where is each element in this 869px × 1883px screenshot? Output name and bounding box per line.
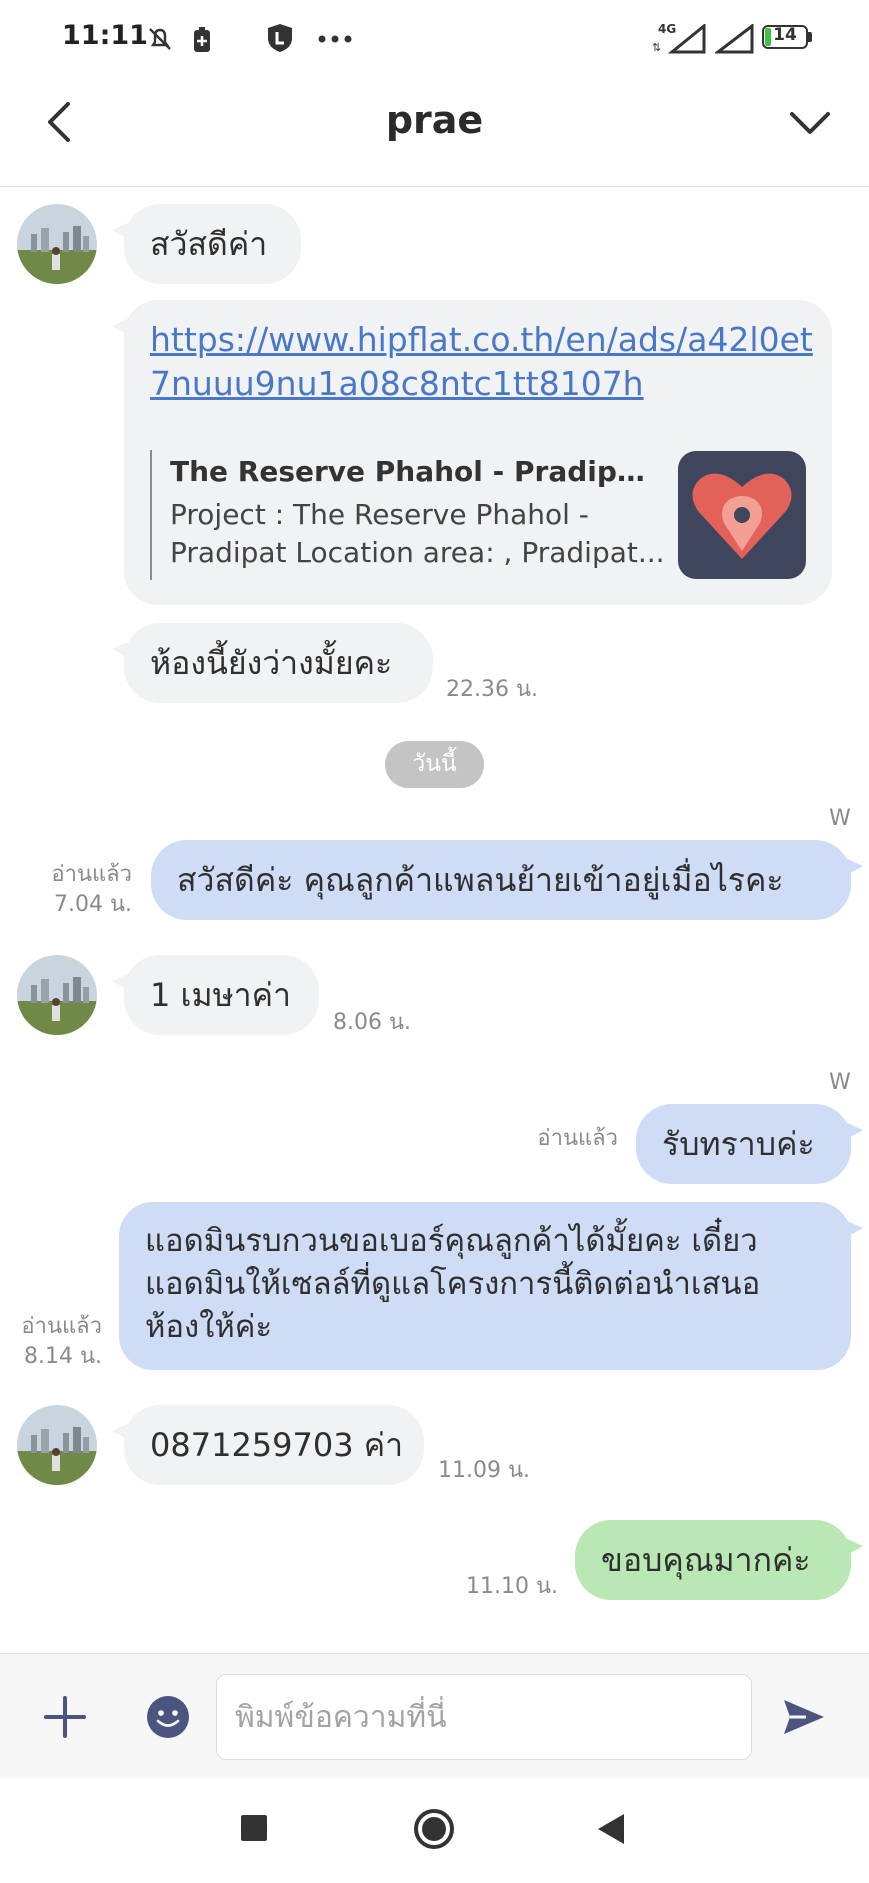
battery-saver-icon	[194, 27, 210, 52]
link-line-1[interactable]: https://www.hipflat.co.th/en/ads/a42l0et	[150, 318, 813, 362]
message-bubble-incoming[interactable]: สวัสดีค่า	[112, 204, 301, 284]
battery-tip	[808, 32, 812, 42]
link-preview-thumbnail	[678, 451, 806, 579]
plus-icon[interactable]	[42, 1694, 88, 1740]
message-line: แอดมินให้เซลล์ที่ดูแลโครงการนี้ติดต่อนำเ…	[145, 1266, 761, 1302]
avatar[interactable]	[17, 1405, 97, 1485]
emoji-icon[interactable]	[145, 1694, 191, 1740]
link-preview-description: Project : The Reserve Phahol - Pradipat …	[170, 496, 665, 572]
message-composer: พิมพ์ข้อความที่นี่	[0, 1653, 869, 1779]
signal-icon	[715, 24, 754, 54]
date-divider: วันนี้	[385, 741, 484, 788]
message-text: ขอบคุณมากค่ะ	[601, 1541, 811, 1579]
chevron-down-icon[interactable]	[788, 108, 832, 138]
message-text: สวัสดีค่ะ คุณลูกค้าแพลนย้ายเข้าอยู่เมื่อ…	[177, 861, 784, 899]
message-time: 11.10 น.	[466, 1574, 559, 1599]
message-time: 8.14 น.	[23, 1344, 102, 1369]
avatar-photo	[17, 204, 97, 284]
signal-4g-icon: ⇅	[652, 24, 706, 54]
back-button[interactable]	[594, 1811, 628, 1847]
more-notifications-icon	[318, 35, 352, 43]
recent-apps-button[interactable]	[241, 1815, 267, 1841]
message-bubble-outgoing[interactable]: รับทราบค่ะ	[636, 1104, 863, 1184]
message-text: 0871259703 ค่า	[150, 1426, 404, 1464]
read-receipt: อ่านแล้ว 8.14 น.	[8, 1312, 102, 1372]
message-text: ห้องนี้ยังว่างมั้ยคะ	[150, 644, 393, 682]
link-line-2[interactable]: 7nuuu9nu1a08c8ntc1tt8107h	[150, 362, 810, 406]
battery-level: 14	[773, 25, 797, 45]
hipflat-logo-icon	[692, 473, 792, 559]
message-text: รับทราบค่ะ	[662, 1125, 815, 1163]
sender-tag: W	[829, 1070, 851, 1095]
read-label: อ่านแล้ว	[21, 1314, 102, 1339]
message-bubble-outgoing[interactable]: ขอบคุณมากค่ะ	[575, 1520, 863, 1600]
preview-divider	[150, 450, 152, 580]
message-text: แอดมินรบกวนขอเบอร์คุณลูกค้าได้มั้ยคะ เดี…	[145, 1220, 760, 1349]
message-line: ห้องให้ค่ะ	[145, 1309, 273, 1345]
send-icon[interactable]	[780, 1694, 828, 1740]
message-time: 11.09 น.	[438, 1458, 531, 1483]
message-bubble-incoming[interactable]: 1 เมษาค่า	[112, 955, 319, 1035]
status-time: 11:11	[62, 20, 148, 51]
message-link[interactable]: https://www.hipflat.co.th/en/ads/a42l0et…	[150, 318, 813, 406]
preview-desc-line-2: Pradipat Location area: , Pradipat...	[170, 536, 665, 569]
svg-text:⇅: ⇅	[652, 41, 661, 54]
message-line: แอดมินรบกวนขอเบอร์คุณลูกค้าได้มั้ยคะ เดี…	[145, 1223, 758, 1259]
chat-title: prae	[385, 98, 484, 142]
sender-tag: W	[829, 806, 851, 831]
bell-muted-icon	[149, 28, 171, 50]
message-text: 1 เมษาค่า	[150, 976, 291, 1014]
read-label: อ่านแล้ว	[537, 1126, 618, 1151]
message-time: 8.06 น.	[333, 1010, 412, 1035]
avatar[interactable]	[17, 955, 97, 1035]
shield-icon	[268, 24, 292, 52]
link-preview-title: The Reserve Phahol - Pradipat - ...	[170, 455, 650, 488]
message-bubble-outgoing[interactable]: แอดมินรบกวนขอเบอร์คุณลูกค้าได้มั้ยคะ เดี…	[119, 1202, 863, 1370]
avatar-photo	[17, 955, 97, 1035]
status-bar: 11:11 4G ⇅ 14	[0, 0, 869, 78]
read-label: อ่านแล้ว	[51, 862, 132, 887]
message-time: 7.04 น.	[53, 892, 132, 917]
avatar-photo	[17, 1405, 97, 1485]
read-receipt: อ่านแล้ว 7.04 น.	[20, 860, 132, 920]
home-button[interactable]	[412, 1807, 456, 1851]
message-bubble-outgoing[interactable]: สวัสดีค่ะ คุณลูกค้าแพลนย้ายเข้าอยู่เมื่อ…	[151, 840, 863, 920]
message-bubble-incoming[interactable]: 0871259703 ค่า	[112, 1405, 424, 1485]
message-time: 22.36 น.	[446, 677, 539, 702]
battery-icon: 14	[762, 25, 808, 49]
system-navigation-bar	[0, 1778, 869, 1883]
preview-desc-line-1: Project : The Reserve Phahol -	[170, 498, 589, 531]
link-message-bubble[interactable]: https://www.hipflat.co.th/en/ads/a42l0et…	[112, 300, 832, 605]
avatar[interactable]	[17, 204, 97, 284]
message-text: สวัสดีค่า	[150, 225, 268, 263]
message-input[interactable]: พิมพ์ข้อความที่นี่	[216, 1674, 752, 1760]
message-bubble-incoming[interactable]: ห้องนี้ยังว่างมั้ยคะ	[112, 623, 433, 703]
chat-header: prae	[0, 78, 869, 187]
